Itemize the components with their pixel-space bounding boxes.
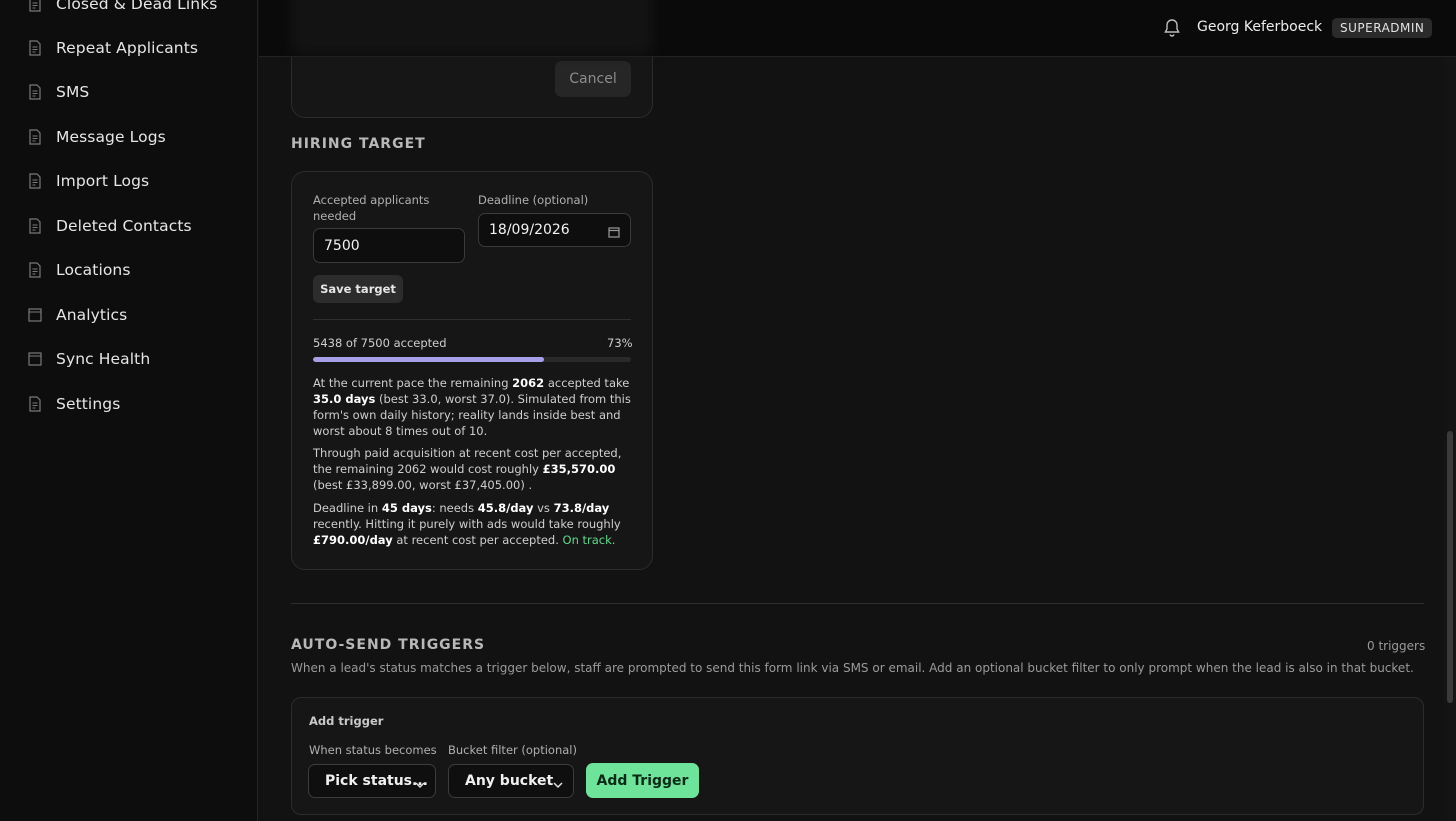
sidebar-item-message-logs[interactable]: Message Logs — [28, 122, 166, 152]
cancel-button[interactable]: Cancel — [555, 61, 631, 97]
sidebar-item-label: Analytics — [56, 306, 128, 324]
document-icon — [28, 262, 42, 278]
document-icon — [28, 0, 42, 12]
sidebar-item-label: Import Logs — [56, 172, 150, 190]
blurred-content — [291, 0, 652, 55]
document-icon — [28, 40, 42, 56]
status-label: When status becomes — [309, 743, 437, 757]
bell-icon[interactable] — [1163, 18, 1181, 38]
document-icon — [28, 218, 42, 234]
document-icon — [28, 396, 42, 412]
auto-send-description: When a lead's status matches a trigger b… — [291, 661, 1414, 675]
section-title-hiring-target: HIRING TARGET — [291, 136, 426, 152]
progress-bar — [313, 357, 631, 362]
status-select-value: Pick status... — [325, 773, 428, 789]
accepted-needed-label: Accepted applicants needed — [313, 193, 430, 223]
sidebar-item-sync-health[interactable]: Sync Health — [28, 344, 150, 374]
deadline-label: Deadline (optional) — [478, 193, 589, 207]
bucket-label: Bucket filter (optional) — [448, 743, 577, 757]
section-divider — [291, 603, 1424, 604]
role-badge: SUPERADMIN — [1332, 18, 1433, 38]
sidebar: Closed & Dead Links Repeat Applicants SM… — [0, 0, 258, 821]
sidebar-item-closed-dead-links[interactable]: Closed & Dead Links — [28, 0, 217, 19]
scrollbar-thumb[interactable] — [1447, 431, 1453, 703]
sidebar-item-label: Locations — [56, 261, 131, 279]
document-icon — [28, 84, 42, 100]
sidebar-item-analytics[interactable]: Analytics — [28, 300, 127, 330]
sidebar-item-label: Repeat Applicants — [56, 39, 199, 57]
chart-window-icon — [28, 351, 42, 367]
top-bar: Georg Keferboeck SUPERADMIN — [259, 0, 1456, 57]
sidebar-item-settings[interactable]: Settings — [28, 389, 120, 419]
chevron-down-icon — [415, 777, 425, 789]
progress-bar-fill — [313, 357, 544, 362]
sidebar-item-sms[interactable]: SMS — [28, 77, 89, 107]
section-title-auto-send: AUTO-SEND TRIGGERS — [291, 637, 486, 653]
user-name[interactable]: Georg Keferboeck — [1197, 19, 1322, 35]
chart-window-icon — [28, 307, 42, 323]
divider — [313, 319, 631, 320]
bucket-select[interactable]: Any bucket — [448, 764, 574, 798]
save-target-button[interactable]: Save target — [313, 275, 403, 303]
sidebar-item-label: Message Logs — [56, 128, 166, 146]
status-select[interactable]: Pick status... — [308, 764, 436, 798]
sidebar-item-label: Closed & Dead Links — [56, 0, 218, 13]
document-icon — [28, 173, 42, 189]
add-trigger-button[interactable]: Add Trigger — [586, 763, 699, 798]
add-trigger-title: Add trigger — [309, 714, 384, 728]
document-icon — [28, 129, 42, 145]
deadline-paragraph: Deadline in 45 days: needs 45.8/day vs 7… — [313, 501, 621, 547]
sidebar-item-repeat-applicants[interactable]: Repeat Applicants — [28, 33, 198, 63]
progress-percent: 73% — [607, 336, 633, 350]
chevron-down-icon — [553, 777, 563, 789]
sidebar-item-import-logs[interactable]: Import Logs — [28, 166, 149, 196]
on-track-status: On track. — [562, 533, 616, 547]
sidebar-item-label: Sync Health — [56, 350, 151, 368]
sidebar-item-deleted-contacts[interactable]: Deleted Contacts — [28, 211, 192, 241]
sidebar-item-label: SMS — [56, 83, 90, 101]
bucket-select-value: Any bucket — [465, 773, 554, 789]
sidebar-item-locations[interactable]: Locations — [28, 255, 131, 285]
sidebar-item-label: Settings — [56, 395, 121, 413]
cost-paragraph: Through paid acquisition at recent cost … — [313, 446, 622, 492]
pace-paragraph: At the current pace the remaining 2062 a… — [313, 376, 631, 438]
calendar-icon[interactable] — [608, 223, 620, 238]
trigger-count: 0 triggers — [1367, 639, 1426, 653]
sidebar-item-label: Deleted Contacts — [56, 217, 192, 235]
accepted-needed-input[interactable] — [313, 228, 465, 263]
progress-text: 5438 of 7500 accepted — [313, 336, 447, 350]
